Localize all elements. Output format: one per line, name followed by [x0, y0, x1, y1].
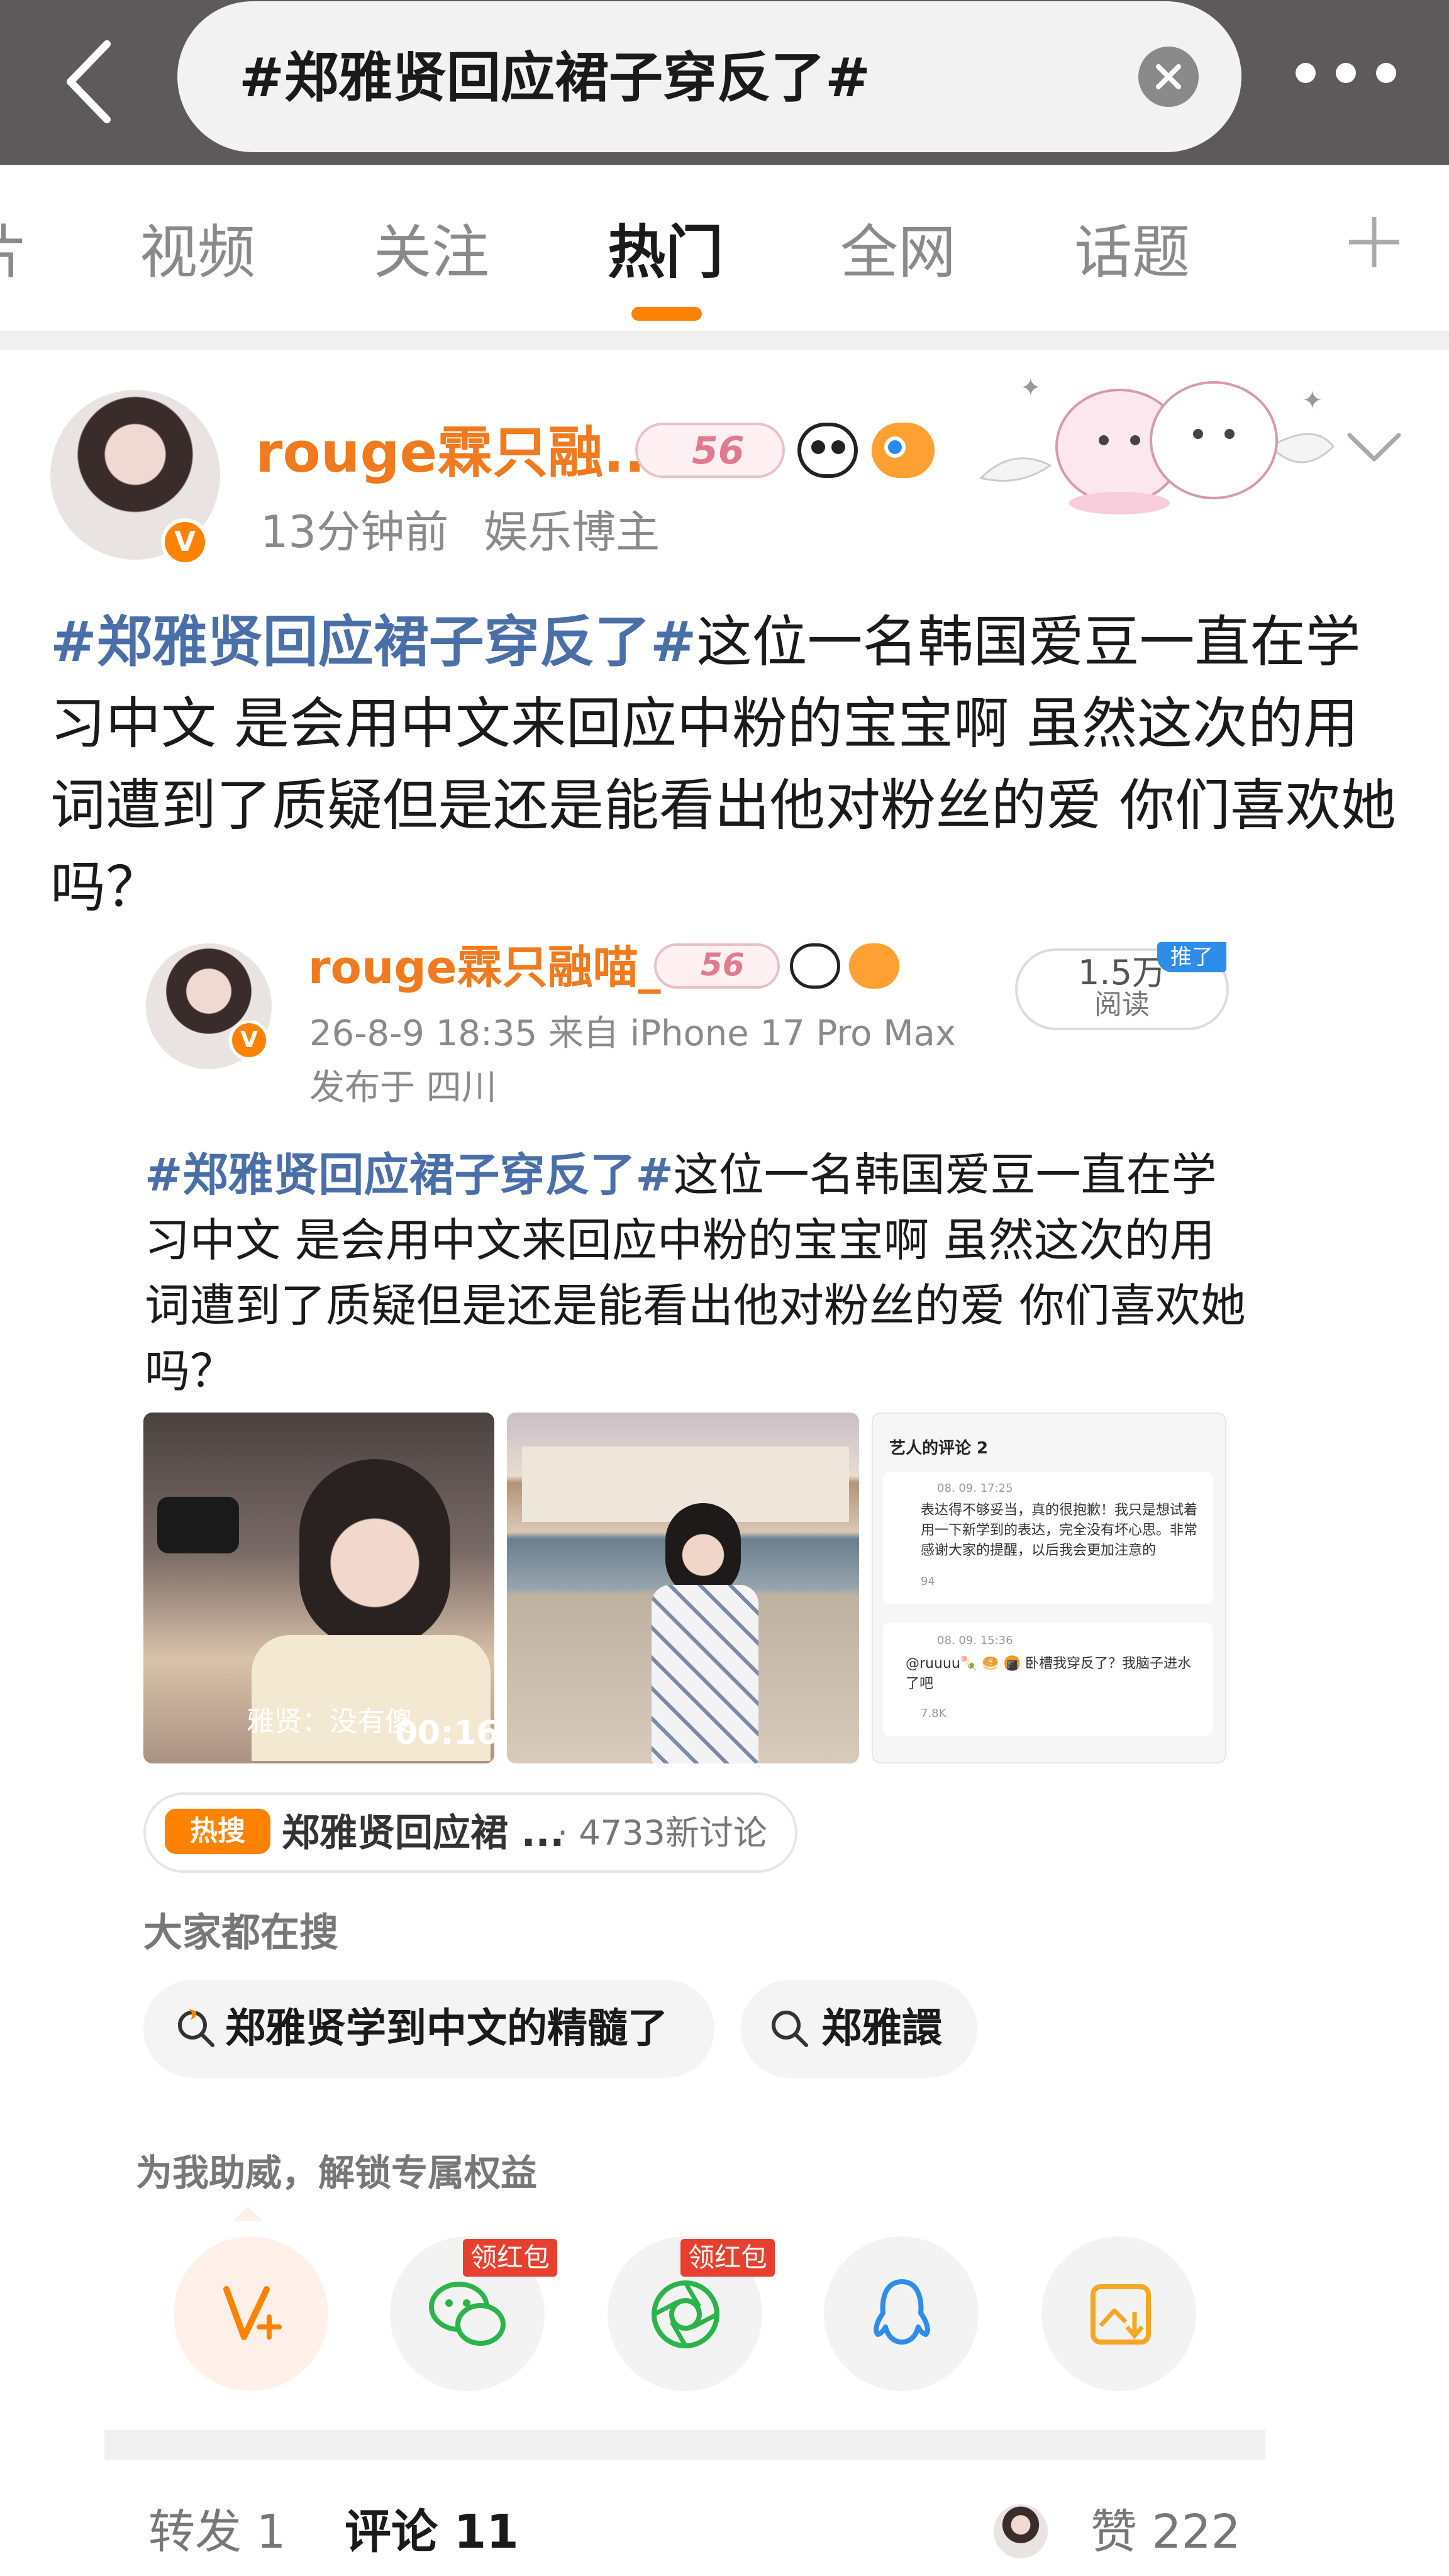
- screenshot-comment-line: 表达得不够妥当，真的很抱歉！我只是想试着: [921, 1502, 1198, 1518]
- embed-verified-badge-icon: V: [229, 1020, 269, 1060]
- camera-shape: [157, 1497, 239, 1553]
- search-query-text: #郑雅贤回应裙子穿反了#: [239, 47, 871, 109]
- active-tab-indicator: [631, 307, 702, 321]
- save-image-icon: [1091, 2284, 1151, 2345]
- tab-hot[interactable]: 热门: [608, 215, 723, 291]
- embed-topic-link[interactable]: #郑雅贤回应裙子穿反了#: [145, 1148, 674, 1201]
- screenshot-comment-likes: 94: [921, 1575, 935, 1588]
- support-v-icon: [223, 2286, 282, 2340]
- person-head-shape: [665, 1503, 741, 1597]
- screenshot-comment-date: 08. 09. 15:36: [937, 1634, 1013, 1647]
- author-name[interactable]: rouge霖只融...: [255, 415, 666, 491]
- tab-topics[interactable]: 话题: [1074, 215, 1190, 291]
- embed-post-body: #郑雅贤回应裙子穿反了#这位一名韩国爱豆一直在学习中文 是会用中文来回应中粉的宝…: [145, 1142, 1252, 1404]
- screenshot-comment-line: 了吧: [906, 1676, 934, 1692]
- embed-panda-icon: [790, 943, 840, 989]
- liker-avatar: [994, 2504, 1048, 2558]
- panda-eye-right: [831, 440, 845, 454]
- panda-icon: [797, 423, 858, 478]
- video-caption: 雅贤：没有傻: [247, 1706, 413, 1738]
- dress-shape: [652, 1585, 758, 1763]
- promoted-tag: 推了: [1157, 942, 1226, 972]
- svg-text:✦: ✦: [1302, 386, 1323, 415]
- bottom-divider: [104, 2430, 1265, 2460]
- hot-search-count: · 4733新讨论: [557, 1813, 767, 1853]
- bunny-sticker-icon: ✦ ✦: [979, 374, 1335, 514]
- embed-level-number: 56: [701, 947, 745, 983]
- embed-author-name[interactable]: rouge霖只融喵_: [308, 936, 661, 999]
- panda-eye-left: [811, 440, 825, 454]
- tab-all-web[interactable]: 全网: [840, 215, 956, 291]
- embed-fish-icon: [849, 943, 899, 989]
- wechat-icon: [429, 2282, 506, 2346]
- person-shape: [299, 1459, 450, 1648]
- post-meta: 13分钟前 娱乐博主: [260, 501, 660, 564]
- suggested-search-text-2: 郑雅譞: [821, 2006, 942, 2052]
- embed-location: 发布于 四川: [309, 1067, 497, 1108]
- red-packet-tag: 领红包: [680, 2239, 775, 2277]
- verified-badge-icon: V: [161, 518, 209, 566]
- search-icon: [772, 2011, 808, 2047]
- section-divider: [0, 331, 1449, 350]
- screenshot-comment-line: 感谢大家的提醒，以后我会更加注意的: [921, 1543, 1157, 1558]
- screenshot-comment-line: @ruuuu🍡 🥯 🍘 卧槽我穿反了？我脑子进水: [906, 1656, 1191, 1672]
- add-tab-icon[interactable]: [1346, 214, 1402, 270]
- suggested-search-text-1: 郑雅贤学到中文的精髓了: [225, 2006, 668, 2052]
- video-duration: 00:16: [395, 1714, 499, 1752]
- reads-label: 阅读: [1094, 989, 1150, 1021]
- more-options-icon[interactable]: [1296, 63, 1396, 88]
- clear-search-icon[interactable]: [1138, 47, 1199, 107]
- tab-likes[interactable]: 赞 222: [1091, 2501, 1241, 2563]
- screenshot-comment-likes: 7.8K: [921, 1707, 947, 1720]
- moments-aperture-icon: [652, 2280, 719, 2348]
- author-role: 娱乐博主: [484, 506, 660, 558]
- embed-time-source: 26-8-9 18:35 来自 iPhone 17 Pro Max: [309, 1013, 957, 1054]
- hot-search-title: 郑雅贤回应裙 ...: [282, 1811, 565, 1855]
- screenshot-comment-line: 用一下新学到的表达，完全没有坏心思。非常: [921, 1523, 1198, 1538]
- back-arrow-icon[interactable]: [58, 38, 121, 126]
- post-topic-link[interactable]: #郑雅贤回应裙子穿反了#: [50, 609, 696, 674]
- share-title: 为我助威，解锁专属权益: [136, 2151, 538, 2194]
- svg-text:✦: ✦: [1020, 374, 1041, 402]
- screenshot-title: 艺人的评论 2: [889, 1439, 989, 1458]
- hot-search-tag: 热搜: [165, 1809, 270, 1854]
- tab-comments[interactable]: 评论 11: [345, 2501, 519, 2563]
- red-packet-tag: 领红包: [463, 2239, 558, 2277]
- post-body: #郑雅贤回应裙子穿反了#这位一名韩国爱豆一直在学习中文 是会用中文来回应中粉的宝…: [50, 601, 1409, 928]
- searching-title: 大家都在搜: [143, 1909, 339, 1955]
- chevron-down-icon[interactable]: [1346, 428, 1402, 465]
- tab-video[interactable]: 视频: [140, 215, 255, 291]
- tab-images[interactable]: 片: [0, 215, 28, 291]
- screenshot-comment-date: 08. 09. 17:25: [937, 1482, 1013, 1495]
- share-caret: [233, 2206, 263, 2221]
- fish-eye: [884, 436, 906, 458]
- hot-search-icon: [178, 2009, 214, 2047]
- post-time: 13分钟前: [260, 506, 449, 558]
- level-number: 56: [692, 429, 745, 473]
- qq-penguin-icon: [874, 2279, 930, 2345]
- tab-reposts[interactable]: 转发 1: [148, 2501, 286, 2563]
- tab-following[interactable]: 关注: [374, 215, 489, 291]
- tab-bar: 片 视频 关注 热门 全网 话题: [0, 165, 1449, 330]
